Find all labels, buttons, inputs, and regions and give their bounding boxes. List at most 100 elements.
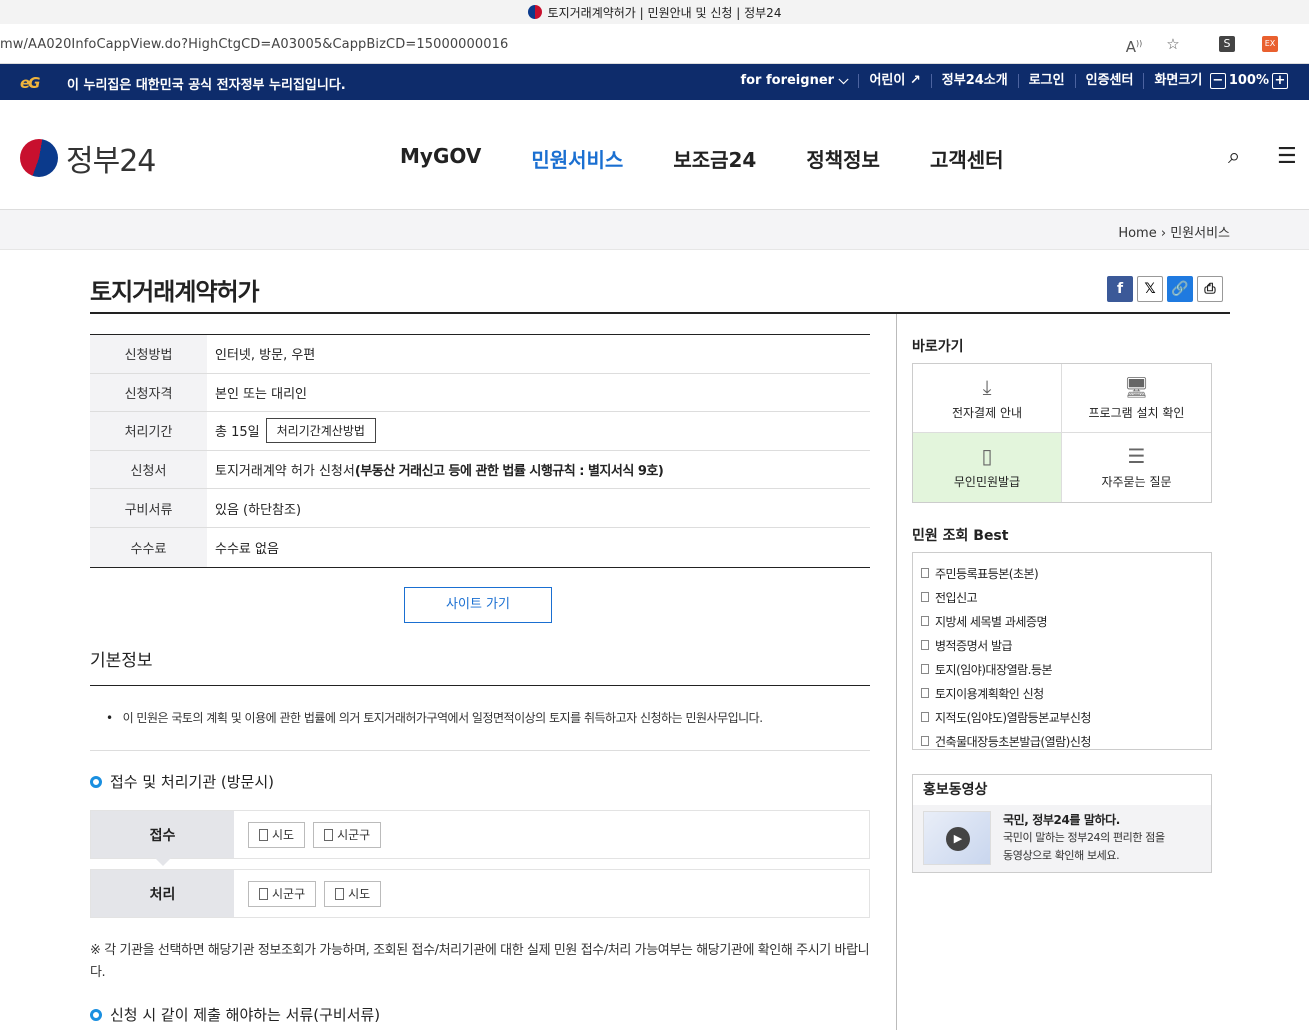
cert-center-link[interactable]: 인증센터 <box>1074 74 1144 88</box>
agency-button[interactable]: 시도 <box>324 880 382 907</box>
quick-link-label: 전자결제 안내 <box>951 405 1023 420</box>
breadcrumb-home[interactable]: Home <box>1118 226 1156 241</box>
for-foreigner-link[interactable]: for foreigner ⌵ <box>730 74 858 88</box>
row-label: 처리기간 <box>90 412 207 450</box>
agency-button[interactable]: 시군구 <box>248 880 317 907</box>
list-item[interactable]: 토지이용계획확인 신청 <box>921 681 1211 705</box>
zoom-out-button[interactable]: − <box>1209 73 1226 89</box>
agency-label: 시도 <box>348 887 371 901</box>
search-icon[interactable]: ⌕ <box>1228 144 1240 169</box>
chevron-right-icon: › <box>1160 226 1171 241</box>
docs-section-title: 신청 시 같이 제출 해야하는 서류(구비서류) <box>110 1006 381 1024</box>
extension-ex-icon[interactable]: EX <box>1262 36 1278 52</box>
list-item-label: 토지(임야)대장열람.등본 <box>935 662 1053 677</box>
title-divider <box>90 312 1230 314</box>
list-item[interactable]: 지방세 세목별 과세증명 <box>921 609 1211 633</box>
x-share-icon[interactable]: 𝕏 <box>1137 276 1163 302</box>
row-label: 수수료 <box>90 527 207 567</box>
official-site-notice: 이 누리집은 대한민국 공식 전자정부 누리집입니다. <box>67 78 346 93</box>
promo-line: 국민이 말하는 정부24의 편리한 점을 <box>1003 831 1165 844</box>
quick-link-faq[interactable]: ☰ 자주묻는 질문 <box>1062 433 1211 502</box>
promo-title: 홍보동영상 <box>913 775 1211 805</box>
flow-arrow-icon <box>155 858 171 866</box>
for-foreigner-label: for foreigner <box>740 73 835 88</box>
kids-link[interactable]: 어린이 ↗ <box>858 74 930 88</box>
best-list: 주민등록표등본(초본) 전입신고 지방세 세목별 과세증명 병적증명서 발급 토… <box>912 552 1212 750</box>
docs-section-heading: 신청 시 같이 제출 해야하는 서류(구비서류) <box>90 1004 380 1025</box>
building-icon <box>259 887 268 900</box>
document-icon <box>921 664 929 674</box>
print-icon[interactable]: ⎙ <box>1197 276 1223 302</box>
list-item[interactable]: 주민등록표등본(초본) <box>921 561 1211 585</box>
go-to-site-button[interactable]: 사이트 가기 <box>404 587 552 623</box>
quick-link-kiosk[interactable]: ▯ 무인민원발급 <box>913 433 1062 502</box>
page-title: 토지거래계약허가 <box>90 278 260 306</box>
document-icon <box>921 592 929 602</box>
row-value: 토지거래계약 허가 신청서 (부동산 거래신고 등에 관한 법률 시행규칙 : … <box>207 451 870 489</box>
section-divider <box>90 685 870 686</box>
address-bar[interactable]: mw/AA020InfoCappView.do?HighCtgCD=A03005… <box>0 24 1309 64</box>
promo-text: 국민, 정부24를 말하다. 국민이 말하는 정부24의 편리한 점을 동영상으… <box>1003 811 1165 865</box>
table-row: 신청자격 본인 또는 대리인 <box>90 373 870 413</box>
row-label: 신청자격 <box>90 373 207 412</box>
login-link[interactable]: 로그인 <box>1017 74 1075 88</box>
site-favicon-icon <box>527 5 542 19</box>
row-value: 수수료 없음 <box>215 541 279 557</box>
nav-mygov[interactable]: MyGOV <box>400 144 481 173</box>
quick-link-program-check[interactable]: 🖥 프로그램 설치 확인 <box>1062 364 1211 433</box>
promo-body[interactable]: ▶ 국민, 정부24를 말하다. 국민이 말하는 정부24의 편리한 점을 동영… <box>913 805 1211 872</box>
processing-label: 처리 <box>91 870 234 917</box>
screen-size-label: 화면크기 <box>1154 73 1203 88</box>
row-value: 있음 (하단참조) <box>215 502 302 518</box>
about-link[interactable]: 정부24소개 <box>930 74 1018 88</box>
civil-info-table: 신청방법 인터넷, 방문, 우편 신청자격 본인 또는 대리인 처리기간 총 1… <box>90 334 870 568</box>
gov24-logo[interactable]: 정부24 <box>20 136 156 180</box>
nav-subsidy24[interactable]: 보조금24 <box>673 144 756 173</box>
building-icon <box>324 828 334 841</box>
table-row: 수수료 수수료 없음 <box>90 527 870 567</box>
breadcrumb: Home › 민원서비스 <box>1118 222 1230 241</box>
nav-civil-service[interactable]: 민원서비스 <box>531 144 623 173</box>
row-value: 본인 또는 대리인 <box>215 386 307 402</box>
application-form-name[interactable]: 토지거래계약 허가 신청서 <box>215 460 355 479</box>
quick-links-grid: ⤓ 전자결제 안내 🖥 프로그램 설치 확인 ▯ 무인민원발급 ☰ 자주묻는 질… <box>912 363 1212 503</box>
agency-label: 시도 <box>272 828 295 842</box>
main-nav: MyGOV 민원서비스 보조금24 정책정보 고객센터 <box>400 144 1004 173</box>
circle-bullet-icon <box>90 775 102 788</box>
list-item[interactable]: 건축물대장등초본발급(열람)신청 <box>921 729 1211 753</box>
row-value: 인터넷, 방문, 우편 <box>215 348 316 364</box>
basic-info-text: 이 민원은 국토의 계획 및 이용에 관한 법률에 의거 토지거래허가구역에서 … <box>106 709 763 726</box>
video-thumbnail[interactable]: ▶ <box>923 811 991 865</box>
facebook-share-icon[interactable]: f <box>1107 276 1133 302</box>
agency-note: ※ 각 기관을 선택하면 해당기관 정보조회가 가능하며, 조회된 접수/처리기… <box>90 943 870 980</box>
list-item[interactable]: 병적증명서 발급 <box>921 633 1211 657</box>
hamburger-menu-icon[interactable]: ☰ <box>1277 144 1297 169</box>
quick-link-epayment[interactable]: ⤓ 전자결제 안내 <box>913 364 1062 433</box>
list-item[interactable]: 지적도(임야도)열람등본교부신청 <box>921 705 1211 729</box>
screen-size-control: 화면크기 −100% + <box>1143 73 1301 89</box>
agency-button[interactable]: 시도 <box>248 821 306 848</box>
url-text[interactable]: mw/AA020InfoCappView.do?HighCtgCD=A03005… <box>0 37 508 52</box>
nav-policy-info[interactable]: 정책정보 <box>806 144 880 173</box>
list-item[interactable]: 토지(임야)대장열람.등본 <box>921 657 1211 681</box>
promo-headline: 국민, 정부24를 말하다. <box>1003 813 1120 827</box>
monitor-check-icon: 🖥 <box>1123 374 1150 399</box>
nav-customer-center[interactable]: 고객센터 <box>930 144 1004 173</box>
processing-period: 총 15일 <box>215 425 260 441</box>
breadcrumb-current[interactable]: 민원서비스 <box>1170 226 1230 241</box>
zoom-in-button[interactable]: + <box>1272 73 1288 89</box>
best-title: 민원 조회 Best <box>912 528 1009 544</box>
quick-link-label: 무인민원발급 <box>953 475 1021 489</box>
extension-s-icon[interactable]: S <box>1219 36 1235 52</box>
kiosk-icon: ▯ <box>981 444 993 468</box>
document-icon <box>921 688 929 698</box>
favorite-star-icon[interactable]: ☆ <box>1163 34 1183 54</box>
read-aloud-icon[interactable]: A)) <box>1124 34 1144 56</box>
link-copy-icon[interactable]: 🔗 <box>1167 276 1193 302</box>
table-row: 신청서 토지거래계약 허가 신청서 (부동산 거래신고 등에 관한 법률 시행규… <box>90 450 870 490</box>
agency-button[interactable]: 시군구 <box>313 821 382 848</box>
list-item[interactable]: 전입신고 <box>921 585 1211 609</box>
play-icon[interactable]: ▶ <box>946 827 970 851</box>
logo-text: 정부24 <box>66 144 156 179</box>
period-calc-button[interactable]: 처리기간계산방법 <box>265 418 376 444</box>
